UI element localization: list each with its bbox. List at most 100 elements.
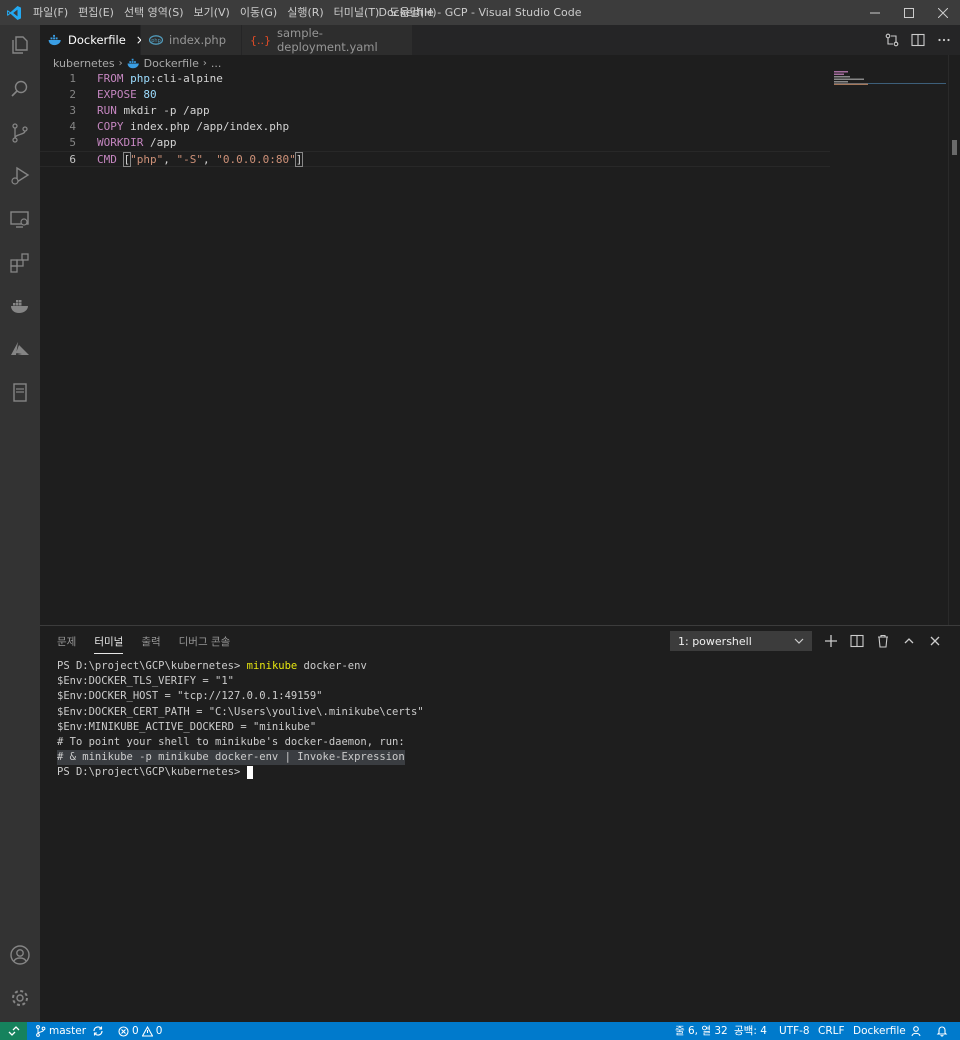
- menu-terminal[interactable]: 터미널(T): [329, 0, 385, 25]
- remote-explorer-icon: [10, 211, 29, 228]
- search-icon: [11, 80, 28, 97]
- code-line[interactable]: 6 CMD ["php", "-S", "0.0.0.0:80"]: [40, 151, 830, 167]
- cursor-position[interactable]: 줄 6, 열 32: [675, 1022, 728, 1040]
- window-controls: [858, 0, 960, 25]
- tab-label: sample-deployment.yaml: [277, 26, 378, 54]
- remote-indicator-button[interactable]: [0, 1022, 27, 1040]
- code-text: EXPOSE 80: [97, 88, 157, 101]
- azure-icon: [11, 342, 29, 355]
- explorer-button[interactable]: [0, 25, 40, 65]
- kill-terminal-button[interactable]: [875, 633, 891, 649]
- tab-terminal[interactable]: 터미널: [94, 634, 124, 654]
- editor-tab-bar: Dockerfile × php index.php {..} sample-d…: [40, 25, 960, 55]
- warning-count: 0: [155, 1025, 163, 1037]
- account-icon: [10, 945, 30, 965]
- minimize-button[interactable]: [858, 0, 892, 25]
- chevron-right-icon: ›: [202, 57, 207, 69]
- vscode-logo-icon: [0, 0, 28, 25]
- split-terminal-icon: [850, 634, 864, 648]
- compare-icon: [885, 33, 899, 47]
- close-icon: [938, 7, 948, 18]
- branch-button[interactable]: master: [35, 1022, 86, 1040]
- extensions-button[interactable]: [0, 243, 40, 283]
- source-control-button[interactable]: [0, 113, 40, 153]
- source-control-icon: [12, 123, 28, 143]
- indentation-setting[interactable]: 공백: 4: [734, 1022, 767, 1040]
- terminal-line: $Env:MINIKUBE_ACTIVE_DOCKERD = "minikube…: [57, 720, 317, 733]
- eol-setting[interactable]: CRLF: [818, 1022, 845, 1040]
- chevron-right-icon: ›: [118, 57, 123, 69]
- minimap[interactable]: [834, 71, 946, 111]
- code-line[interactable]: 1 FROM php:cli-alpine: [40, 71, 830, 87]
- remote-explorer-button[interactable]: [0, 199, 40, 239]
- code-text: CMD ["php", "-S", "0.0.0.0:80"]: [97, 152, 304, 167]
- tab-index-php[interactable]: php index.php: [141, 25, 241, 55]
- menu-edit[interactable]: 편집(E): [73, 0, 119, 25]
- breadcrumb-folder[interactable]: kubernetes: [53, 57, 115, 70]
- code-line[interactable]: 4 COPY index.php /app/index.php: [40, 119, 830, 135]
- tab-sample-deployment-yaml[interactable]: {..} sample-deployment.yaml: [242, 25, 412, 55]
- notebook-button[interactable]: [0, 372, 40, 412]
- code-line[interactable]: 3 RUN mkdir -p /app: [40, 103, 830, 119]
- more-actions-button[interactable]: [936, 32, 952, 48]
- breadcrumb-file[interactable]: Dockerfile: [144, 57, 199, 70]
- maximize-icon: [904, 7, 914, 18]
- panel-tabs: 문제 터미널 출력 디버그 콘솔: [57, 634, 230, 654]
- tab-output[interactable]: 출력: [141, 634, 160, 654]
- close-panel-button[interactable]: [927, 633, 943, 649]
- azure-button[interactable]: [0, 329, 40, 369]
- menu-view[interactable]: 보기(V): [188, 0, 234, 25]
- activity-bar: [0, 25, 40, 1022]
- tab-dockerfile[interactable]: Dockerfile ×: [40, 25, 146, 55]
- notifications-button[interactable]: [936, 1022, 948, 1040]
- terminal-output[interactable]: PS D:\project\GCP\kubernetes> minikube d…: [57, 659, 424, 781]
- terminal-select[interactable]: 1: powershell: [670, 631, 812, 651]
- menu-selection[interactable]: 선택 영역(S): [119, 0, 189, 25]
- remote-icon: [8, 1026, 19, 1036]
- menu-go[interactable]: 이동(G): [235, 0, 282, 25]
- close-window-button[interactable]: [926, 0, 960, 25]
- encoding-setting[interactable]: UTF-8: [779, 1022, 810, 1040]
- maximize-button[interactable]: [892, 0, 926, 25]
- new-terminal-button[interactable]: [823, 633, 839, 649]
- sync-button[interactable]: [92, 1022, 104, 1040]
- tab-problems[interactable]: 문제: [57, 634, 76, 654]
- docker-button[interactable]: [0, 286, 40, 326]
- maximize-panel-button[interactable]: [901, 633, 917, 649]
- git-branch-icon: [36, 1025, 46, 1037]
- breadcrumb: kubernetes › Dockerfile › ...: [40, 55, 221, 71]
- warning-icon: [141, 1025, 153, 1037]
- split-terminal-button[interactable]: [849, 633, 865, 649]
- search-button[interactable]: [0, 69, 40, 109]
- terminal-line: $Env:DOCKER_HOST = "tcp://127.0.0.1:4915…: [57, 690, 323, 703]
- problems-button[interactable]: 0 0: [118, 1022, 162, 1040]
- breadcrumb-more[interactable]: ...: [211, 57, 222, 70]
- code-editor[interactable]: 1 FROM php:cli-alpine 2 EXPOSE 80 3 RUN mkdir…: [40, 71, 948, 625]
- tab-debug-console[interactable]: 디버그 콘솔: [179, 634, 231, 654]
- accounts-button[interactable]: [0, 935, 40, 975]
- gear-icon: [12, 990, 28, 1006]
- menu-file[interactable]: 파일(F): [28, 0, 73, 25]
- editor-scrollbar-thumb[interactable]: [952, 140, 957, 155]
- open-changes-button[interactable]: [884, 32, 900, 48]
- line-number: 1: [69, 72, 76, 85]
- code-text: RUN mkdir -p /app: [97, 104, 210, 117]
- menu-run[interactable]: 실행(R): [282, 0, 328, 25]
- code-text: WORKDIR /app: [97, 136, 177, 149]
- live-share-button[interactable]: [911, 1022, 923, 1040]
- run-debug-icon: [11, 166, 30, 185]
- code-line[interactable]: 2 EXPOSE 80: [40, 87, 830, 103]
- terminal-line: $Env:DOCKER_CERT_PATH = "C:\Users\youliv…: [57, 705, 424, 718]
- panel-actions: [823, 631, 943, 651]
- error-icon: [118, 1025, 129, 1037]
- code-line[interactable]: 5 WORKDIR /app: [40, 135, 830, 151]
- split-editor-button[interactable]: [910, 32, 926, 48]
- notebook-icon: [13, 383, 27, 402]
- run-debug-button[interactable]: [0, 156, 40, 196]
- sync-icon: [93, 1026, 103, 1036]
- docker-icon: [127, 58, 140, 69]
- manage-button[interactable]: [0, 978, 40, 1018]
- svg-text:php: php: [151, 38, 161, 44]
- line-number: 3: [69, 104, 76, 117]
- language-mode[interactable]: Dockerfile: [853, 1022, 906, 1040]
